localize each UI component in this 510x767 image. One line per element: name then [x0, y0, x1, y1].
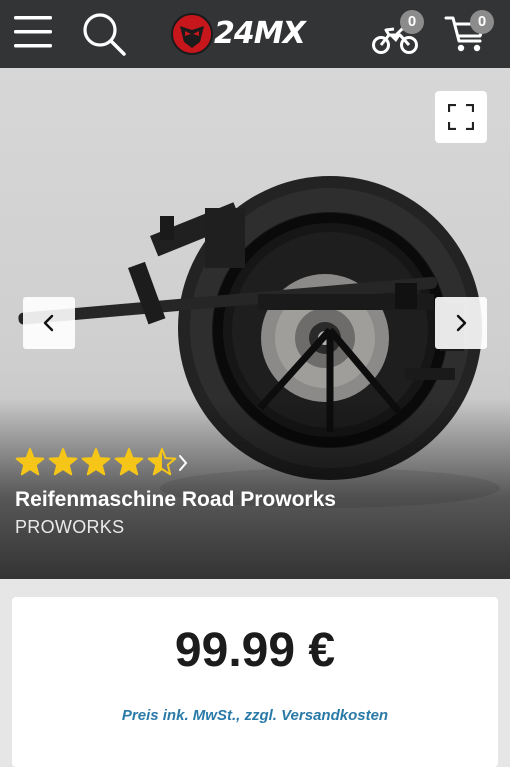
- star-icon: [114, 448, 144, 476]
- star-icon: [81, 448, 111, 476]
- garage-count-badge: 0: [400, 10, 424, 34]
- search-icon[interactable]: [81, 11, 127, 57]
- chevron-left-icon: [43, 314, 54, 332]
- next-image-button[interactable]: [435, 297, 487, 349]
- chevron-right-icon: [179, 455, 188, 471]
- chevron-right-icon: [456, 314, 467, 332]
- previous-image-button[interactable]: [23, 297, 75, 349]
- fullscreen-button[interactable]: [435, 91, 487, 143]
- star-icon: [15, 448, 45, 476]
- cart-count-badge: 0: [470, 10, 494, 34]
- menu-icon[interactable]: [14, 14, 52, 50]
- garage-button[interactable]: 0: [372, 10, 428, 58]
- product-image-gallery[interactable]: Reifenmaschine Road Proworks PROWORKS: [0, 68, 510, 579]
- rating-stars[interactable]: [15, 447, 190, 479]
- top-navigation-bar: 24MX 0 0: [0, 0, 510, 68]
- product-brand[interactable]: PROWORKS: [15, 515, 124, 539]
- logo-text: 24MX: [214, 16, 306, 51]
- site-logo[interactable]: 24MX: [170, 12, 342, 56]
- tax-shipping-note[interactable]: Preis ink. MwSt., zzgl. Versandkosten: [12, 705, 498, 727]
- cart-button[interactable]: 0: [444, 10, 496, 58]
- star-icon: [48, 448, 78, 476]
- star-rating-graphic: [15, 448, 188, 476]
- expand-icon: [448, 104, 474, 130]
- logo-icon: [171, 13, 213, 55]
- product-title: Reifenmaschine Road Proworks: [15, 488, 336, 511]
- star-icon: [147, 448, 177, 476]
- price-card: 99.99 € Preis ink. MwSt., zzgl. Versandk…: [12, 597, 498, 767]
- product-price: 99.99 €: [174, 624, 336, 677]
